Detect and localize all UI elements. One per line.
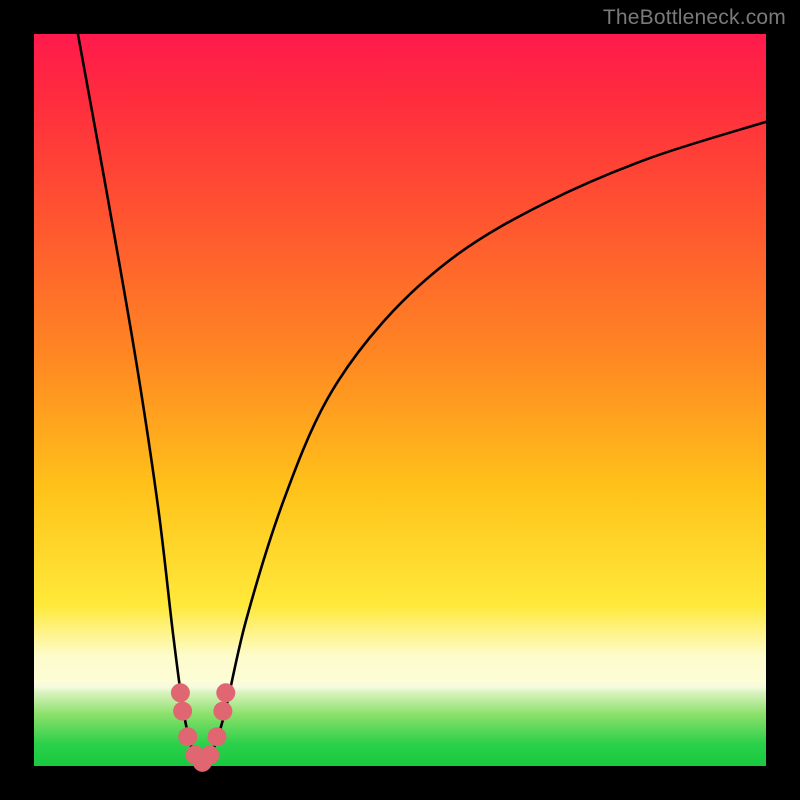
- curve-marker: [213, 702, 232, 721]
- curve-marker: [208, 727, 227, 746]
- curve-marker: [200, 746, 219, 765]
- curve-layer: [34, 34, 766, 766]
- plot-area: [34, 34, 766, 766]
- chart-frame: TheBottleneck.com: [0, 0, 800, 800]
- curve-marker: [178, 727, 197, 746]
- curve-marker: [216, 683, 235, 702]
- curve-markers: [171, 683, 235, 772]
- watermark-text: TheBottleneck.com: [603, 6, 786, 30]
- curve-marker: [173, 702, 192, 721]
- bottleneck-curve: [78, 34, 766, 766]
- curve-marker: [171, 683, 190, 702]
